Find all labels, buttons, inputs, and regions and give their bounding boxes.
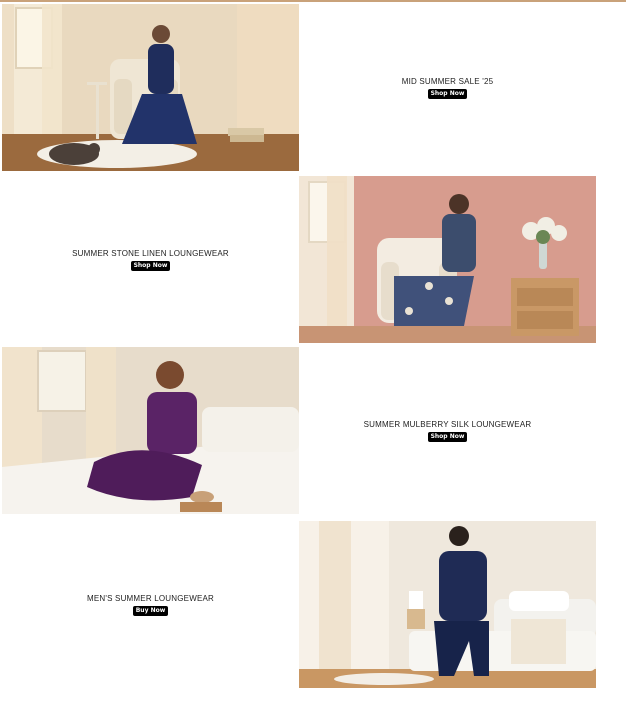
banner-title: SUMMER STONE LINEN LOUNGEWEAR [72,248,229,258]
banner-text-2: SUMMER STONE LINEN LOUNGEWEAR Shop Now [2,176,299,343]
banner-row-2: SUMMER STONE LINEN LOUNGEWEAR Shop Now [2,176,596,343]
banner-text-4: MEN'S SUMMER LOUNGEWEAR Buy Now [2,521,299,688]
top-accent-line [0,0,626,2]
shop-now-button[interactable]: Shop Now [427,88,468,99]
banner-title: MEN'S SUMMER LOUNGEWEAR [86,593,215,603]
banner-image-3[interactable] [2,347,299,514]
banner-image-2[interactable] [299,176,596,343]
banner-image-1[interactable] [2,4,299,171]
buy-now-button[interactable]: Buy Now [132,605,169,616]
banner-title: SUMMER MULBERRY SILK LOUNGEWEAR [363,419,532,429]
banner-row-3: SUMMER MULBERRY SILK LOUNGEWEAR Shop Now [2,347,596,514]
banner-text-3: SUMMER MULBERRY SILK LOUNGEWEAR Shop Now [299,347,596,514]
shop-now-button[interactable]: Shop Now [130,260,171,271]
banner-row-1: MID SUMMER SALE '25 Shop Now [2,4,596,171]
banner-row-4: MEN'S SUMMER LOUNGEWEAR Buy Now [2,521,596,688]
banner-text-1: MID SUMMER SALE '25 Shop Now [299,4,596,171]
banner-title: MID SUMMER SALE '25 [401,76,494,86]
shop-now-button[interactable]: Shop Now [427,431,468,442]
banner-image-4[interactable] [299,521,596,688]
